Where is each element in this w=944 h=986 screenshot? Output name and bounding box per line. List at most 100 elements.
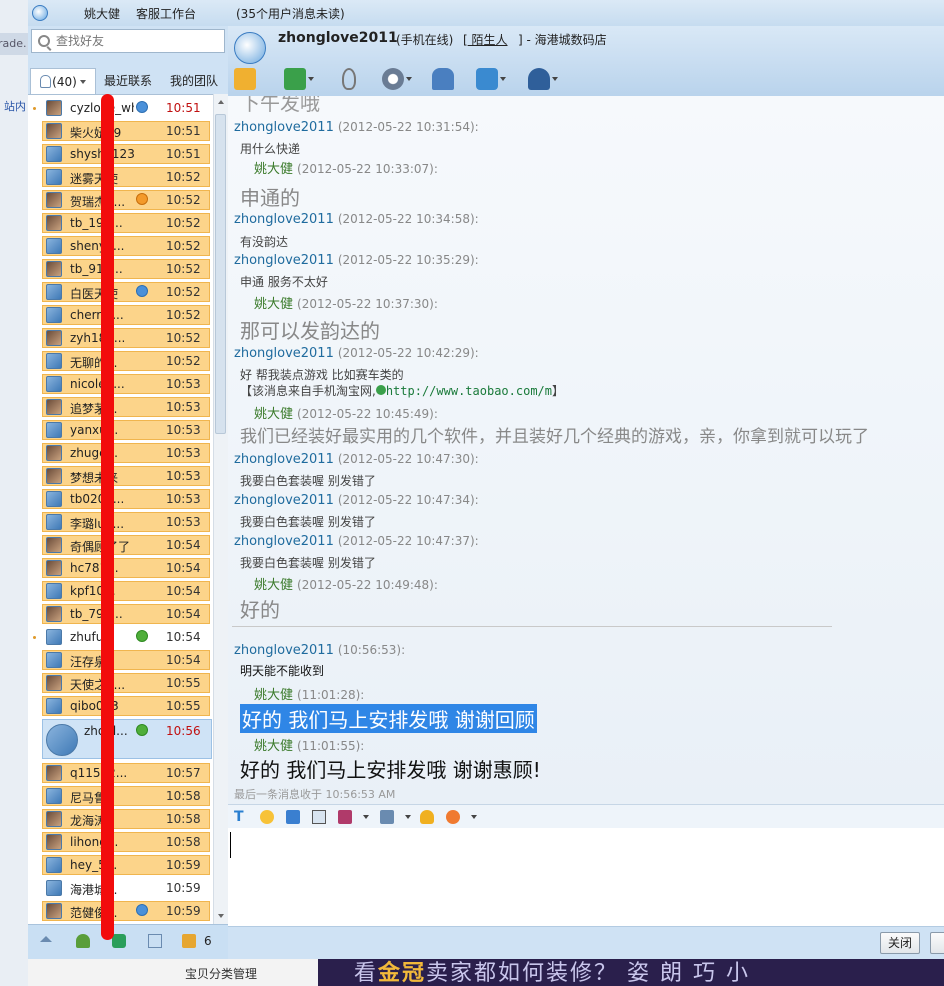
phone-icon[interactable] bbox=[112, 934, 126, 948]
bell-icon[interactable] bbox=[420, 810, 434, 824]
contact-avatar[interactable] bbox=[46, 652, 62, 668]
contact-row[interactable]: 梦想未来 10:53 bbox=[28, 465, 212, 487]
tab-contacts[interactable]: (40) bbox=[30, 68, 96, 94]
contact-row[interactable]: nicole1... 10:53 bbox=[28, 373, 212, 395]
contact-row[interactable]: tb_911... 10:52 bbox=[28, 258, 212, 280]
contact-avatar[interactable] bbox=[46, 353, 62, 369]
contact-avatar[interactable] bbox=[46, 307, 62, 323]
title-bar[interactable]: 姚大健 客服工作台 (35个用户消息未读) bbox=[28, 0, 944, 26]
background-link[interactable]: 站内 bbox=[4, 98, 26, 114]
contact-avatar[interactable] bbox=[46, 192, 62, 208]
chevron-down-icon[interactable] bbox=[363, 815, 369, 819]
contact-avatar[interactable] bbox=[46, 422, 62, 438]
avatar[interactable] bbox=[234, 32, 266, 64]
contact-avatar[interactable] bbox=[46, 215, 62, 231]
contact-row[interactable]: q11542... 10:57 bbox=[28, 762, 212, 784]
contact-row[interactable]: 白医天使 10:52 bbox=[28, 281, 212, 303]
contact-avatar[interactable] bbox=[46, 514, 62, 530]
contact-row[interactable]: kpf10... 10:54 bbox=[28, 580, 212, 602]
contact-row[interactable]: lihong... 10:58 bbox=[28, 831, 212, 853]
contact-avatar[interactable] bbox=[46, 100, 62, 116]
image-icon[interactable] bbox=[312, 810, 326, 824]
stranger-link[interactable]: [ 陌生人 bbox=[463, 31, 508, 48]
search-input[interactable] bbox=[56, 32, 216, 50]
video-icon[interactable] bbox=[382, 68, 412, 90]
contact-avatar[interactable] bbox=[46, 376, 62, 392]
contact-row[interactable]: 柴火妞09 10:51 bbox=[28, 120, 212, 142]
quick-reply-icon[interactable] bbox=[234, 68, 256, 90]
contact-avatar[interactable] bbox=[46, 560, 62, 576]
contact-row[interactable]: shenyx... 10:52 bbox=[28, 235, 212, 257]
contact-row[interactable]: zhuge... 10:53 bbox=[28, 442, 212, 464]
add-contact-icon[interactable] bbox=[76, 934, 90, 948]
background-browser-tab[interactable]: rade. bbox=[0, 33, 28, 55]
contact-avatar[interactable] bbox=[46, 724, 78, 756]
contact-row[interactable]: tb_794... 10:54 bbox=[28, 603, 212, 625]
category-management-link[interactable]: 宝贝分类管理 bbox=[185, 965, 257, 982]
scroll-down-icon[interactable] bbox=[218, 914, 224, 918]
contact-row[interactable]: cherri2... 10:52 bbox=[28, 304, 212, 326]
screenshot-icon[interactable] bbox=[338, 810, 352, 824]
contact-row[interactable]: 贺瑞杰0... 10:52 bbox=[28, 189, 212, 211]
contact-avatar[interactable] bbox=[46, 491, 62, 507]
contact-avatar[interactable] bbox=[46, 330, 62, 346]
microphone-icon[interactable] bbox=[342, 68, 356, 90]
contact-row[interactable]: 追梦茅... 10:53 bbox=[28, 396, 212, 418]
contact-avatar[interactable] bbox=[46, 146, 62, 162]
message-box-icon[interactable] bbox=[182, 934, 196, 948]
contact-avatar[interactable] bbox=[46, 399, 62, 415]
taobao-link[interactable]: http://www.taobao.com/m bbox=[386, 384, 552, 398]
contact-avatar[interactable] bbox=[46, 468, 62, 484]
contact-avatar[interactable] bbox=[46, 445, 62, 461]
contact-row[interactable]: 汪存泉 10:54 bbox=[28, 649, 212, 671]
contact-avatar[interactable] bbox=[46, 675, 62, 691]
heart-icon[interactable] bbox=[446, 810, 460, 824]
contact-avatar[interactable] bbox=[46, 788, 62, 804]
contact-row[interactable]: zyh183... 10:52 bbox=[28, 327, 212, 349]
contact-row[interactable]: yanxu... 10:53 bbox=[28, 419, 212, 441]
contact-row[interactable]: shyshy12310:51 bbox=[28, 143, 212, 165]
contact-avatar[interactable] bbox=[46, 284, 62, 300]
contact-row[interactable]: 范健俊... 10:59 bbox=[28, 900, 212, 922]
message-history[interactable]: 下午发哦 zhonglove2011 (2012-05-22 10:31:54):… bbox=[228, 96, 944, 804]
contact-avatar[interactable] bbox=[46, 123, 62, 139]
contact-list[interactable]: cyzlove_wh10:51柴火妞0910:51shyshy12310:51迷… bbox=[28, 94, 228, 925]
message-input[interactable] bbox=[228, 828, 944, 926]
contact-row[interactable]: 无聊的... 10:52 bbox=[28, 350, 212, 372]
contact-avatar[interactable] bbox=[46, 834, 62, 850]
tab-recent[interactable]: 最近联系 bbox=[98, 68, 158, 94]
contact-row[interactable]: 迷雾天使 10:52 bbox=[28, 166, 212, 188]
contact-row[interactable]: hc781... 10:54 bbox=[28, 557, 212, 579]
contact-row[interactable]: tb0200... 10:53 bbox=[28, 488, 212, 510]
search-box[interactable] bbox=[31, 29, 225, 53]
contact-row[interactable]: 龙海涛3 10:58 bbox=[28, 808, 212, 830]
contact-avatar[interactable] bbox=[46, 583, 62, 599]
contact-avatar[interactable] bbox=[46, 811, 62, 827]
chevron-down-icon[interactable] bbox=[552, 77, 558, 81]
contact-row[interactable]: 李璐lu3... 10:53 bbox=[28, 511, 212, 533]
contact-avatar[interactable] bbox=[46, 765, 62, 781]
tab-team[interactable]: 我的团队 bbox=[162, 68, 226, 94]
contact-avatar[interactable] bbox=[46, 629, 62, 645]
contact-row[interactable]: 奇偶顾了了 10:54 bbox=[28, 534, 212, 556]
contact-avatar[interactable] bbox=[46, 698, 62, 714]
contact-avatar[interactable] bbox=[46, 857, 62, 873]
font-icon[interactable]: T bbox=[234, 810, 248, 824]
send-file-icon[interactable] bbox=[284, 68, 314, 90]
collapse-icon[interactable] bbox=[40, 936, 52, 942]
contact-list-scrollbar[interactable] bbox=[213, 94, 228, 924]
contact-row[interactable]: hey_5... 10:59 bbox=[28, 854, 212, 876]
chevron-down-icon[interactable] bbox=[500, 77, 506, 81]
send-button[interactable] bbox=[930, 932, 944, 954]
contact-avatar[interactable] bbox=[46, 606, 62, 622]
share-icon[interactable] bbox=[476, 68, 506, 90]
contact-row[interactable]: 尼马鲁 10:58 bbox=[28, 785, 212, 807]
contact-row[interactable]: 天使之9... 10:55 bbox=[28, 672, 212, 694]
history-icon[interactable] bbox=[380, 810, 394, 824]
contact-avatar[interactable] bbox=[46, 880, 62, 896]
contact-row[interactable]: cyzlove_wh10:51 bbox=[28, 97, 212, 119]
chevron-down-icon[interactable] bbox=[406, 77, 412, 81]
scroll-up-icon[interactable] bbox=[218, 100, 224, 104]
contact-avatar[interactable] bbox=[46, 537, 62, 553]
contact-avatar[interactable] bbox=[46, 238, 62, 254]
